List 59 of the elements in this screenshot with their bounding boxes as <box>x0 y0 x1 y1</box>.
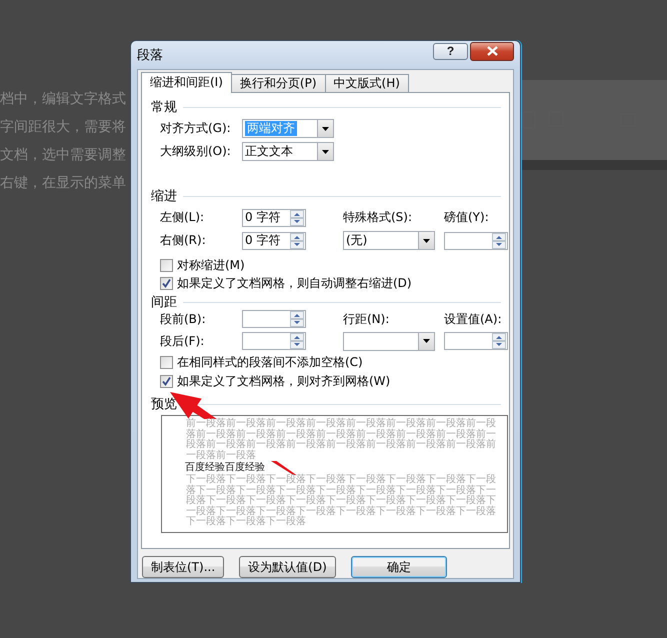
dropdown[interactable]: (无) <box>343 231 435 250</box>
close-icon <box>486 46 498 56</box>
dialog-button[interactable]: 设为默认值(D) <box>239 556 336 578</box>
field-label: 段前(B): <box>160 310 207 328</box>
checkbox-label[interactable]: 如果定义了文档网格，则对齐到网格(W) <box>177 373 390 390</box>
field-label: 大纲级别(O): <box>160 143 232 160</box>
checkbox[interactable] <box>160 276 173 290</box>
field-label: 设置值(A): <box>444 310 502 328</box>
dropdown-button[interactable] <box>317 120 333 137</box>
field-label: 行距(N): <box>343 310 390 328</box>
spin-buttons-icon <box>290 232 304 248</box>
tab[interactable]: 缩进和间距(I) <box>141 72 232 93</box>
spin-field[interactable] <box>444 232 508 250</box>
spin-field[interactable]: 0 字符 <box>242 208 306 226</box>
dropdown[interactable]: 正文文本 <box>242 142 334 161</box>
checkbox[interactable] <box>160 258 173 272</box>
tab[interactable]: 换行和分页(P) <box>230 74 326 92</box>
field-label: 段后(F): <box>160 332 206 350</box>
dropdown-button[interactable] <box>418 232 434 249</box>
checkbox[interactable] <box>160 375 173 388</box>
spin-buttons-icon <box>492 232 506 248</box>
caret-icon <box>423 238 430 242</box>
dropdown-button[interactable] <box>317 143 333 160</box>
document-text: 文档，选中需要调整 <box>0 146 127 165</box>
checkbox-label[interactable]: 对称缩进(M) <box>177 256 245 274</box>
spin-field[interactable] <box>242 332 306 350</box>
spin-field[interactable]: 0 字符 <box>242 232 306 250</box>
tab[interactable]: 中文版式(H) <box>324 74 409 92</box>
field-label: 特殊格式(S): <box>343 209 414 226</box>
close-button[interactable] <box>470 42 514 60</box>
section-heading: 常规 <box>151 99 177 116</box>
caret-icon <box>423 339 430 343</box>
checkbox-label[interactable]: 如果定义了文档网格，则自动调整右缩进(D) <box>177 274 412 292</box>
help-button[interactable]: ? <box>433 42 468 60</box>
window-title: 段落 <box>137 47 164 64</box>
dialog-button[interactable]: 制表位(T)... <box>142 556 224 578</box>
caret-icon <box>322 126 329 130</box>
spin-buttons-icon <box>290 210 304 226</box>
dialog-button[interactable]: 确定 <box>350 556 447 578</box>
dropdown-button[interactable] <box>418 332 434 350</box>
section-heading: 间距 <box>151 294 177 311</box>
field-label: 磅值(Y): <box>444 209 490 226</box>
field-label: 对齐方式(G): <box>160 120 232 137</box>
section-heading: 缩进 <box>151 188 177 205</box>
caret-icon <box>322 150 329 154</box>
spin-buttons-icon <box>290 333 304 349</box>
preview-sample-text: 百度经验百度经验 <box>185 462 265 474</box>
document-text: 右键，在显示的菜单 <box>0 174 127 193</box>
spin-field[interactable] <box>444 332 508 350</box>
section-heading: 预览 <box>151 396 177 413</box>
spin-buttons-icon <box>492 333 506 349</box>
checkbox-label[interactable]: 在相同样式的段落间不添加空格(C) <box>177 354 363 371</box>
checkbox[interactable] <box>160 356 173 369</box>
document-text: 字间距很大，需要将 <box>0 118 127 137</box>
spin-field[interactable] <box>242 310 306 328</box>
spin-buttons-icon <box>290 311 304 327</box>
field-label: 右侧(R): <box>160 232 207 249</box>
document-text: 档中，编辑文字格式 <box>0 90 127 109</box>
field-label: 左侧(L): <box>160 209 206 226</box>
